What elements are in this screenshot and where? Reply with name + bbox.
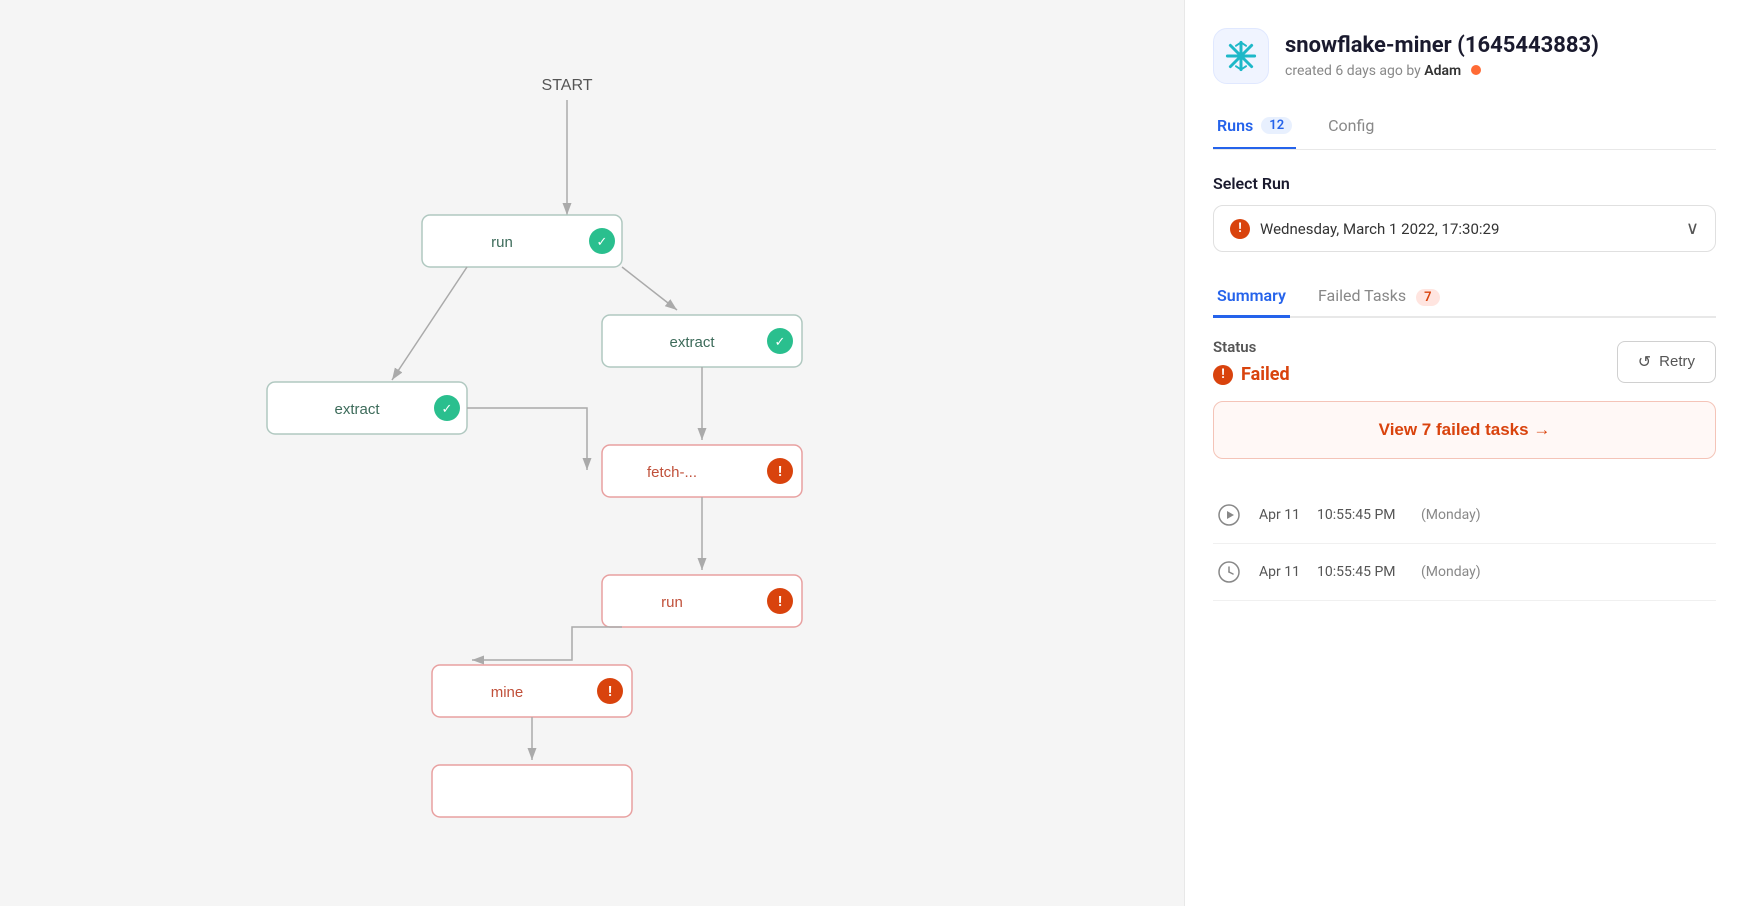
snowflake-icon	[1224, 39, 1258, 73]
timeline-time-1: 10:55:45 PM	[1317, 564, 1407, 580]
sub-tabs: Summary Failed Tasks 7	[1213, 276, 1716, 318]
svg-text:run: run	[661, 594, 683, 611]
app-icon	[1213, 28, 1269, 84]
svg-text:fetch-...: fetch-...	[647, 464, 697, 481]
svg-text:✓: ✓	[442, 402, 453, 417]
status-row: Status ! Failed ↺ Retry	[1213, 338, 1716, 385]
status-group: Status ! Failed	[1213, 338, 1290, 385]
run-error-icon: !	[1230, 219, 1250, 239]
flow-panel: START run ✓ extract ✓ extract ✓ fetch-..…	[0, 0, 1184, 906]
app-identity: snowflake-miner (1645443883) created 6 d…	[1213, 28, 1716, 84]
panel-header: snowflake-miner (1645443883) created 6 d…	[1185, 0, 1744, 150]
status-error-icon: !	[1213, 365, 1233, 385]
tabs: Runs 12 Config	[1213, 104, 1716, 150]
status-value: ! Failed	[1213, 364, 1290, 385]
svg-text:✓: ✓	[597, 235, 608, 250]
runs-badge: 12	[1261, 117, 1292, 134]
timeline-play-icon	[1213, 499, 1245, 531]
timeline-date-1: Apr 11	[1259, 564, 1303, 580]
app-title-group: snowflake-miner (1645443883) created 6 d…	[1285, 33, 1716, 79]
svg-text:!: !	[608, 684, 612, 700]
retry-icon: ↺	[1638, 352, 1651, 372]
svg-text:extract: extract	[669, 334, 715, 351]
failed-tasks-badge: 7	[1416, 289, 1439, 306]
timeline-time-0: 10:55:45 PM	[1317, 507, 1407, 523]
panel-body: Select Run ! Wednesday, March 1 2022, 17…	[1185, 150, 1744, 625]
chevron-down-icon: ∨	[1686, 218, 1699, 239]
run-date: Wednesday, March 1 2022, 17:30:29	[1260, 220, 1676, 238]
timeline-date-0: Apr 11	[1259, 507, 1303, 523]
node-bottom[interactable]	[432, 765, 632, 817]
sub-tab-failed-tasks[interactable]: Failed Tasks 7	[1314, 276, 1444, 318]
status-failed: Failed	[1241, 364, 1290, 385]
run-selector[interactable]: ! Wednesday, March 1 2022, 17:30:29 ∨	[1213, 205, 1716, 252]
timeline-day-1: (Monday)	[1421, 564, 1481, 580]
online-dot	[1471, 65, 1481, 75]
app-subtitle: created 6 days ago by Adam	[1285, 63, 1716, 79]
retry-button[interactable]: ↺ Retry	[1617, 341, 1716, 383]
svg-text:extract: extract	[334, 401, 380, 418]
tab-runs[interactable]: Runs 12	[1213, 104, 1296, 149]
right-panel: snowflake-miner (1645443883) created 6 d…	[1184, 0, 1744, 906]
svg-text:✓: ✓	[775, 335, 786, 350]
timeline-day-0: (Monday)	[1421, 507, 1481, 523]
status-label: Status	[1213, 338, 1290, 356]
app-title: snowflake-miner (1645443883)	[1285, 33, 1716, 59]
select-run-label: Select Run	[1213, 174, 1716, 193]
start-label: START	[542, 77, 593, 94]
tab-config[interactable]: Config	[1324, 104, 1378, 149]
svg-text:mine: mine	[491, 684, 524, 701]
svg-text:run: run	[491, 234, 513, 251]
sub-tab-summary[interactable]: Summary	[1213, 276, 1290, 318]
svg-text:!: !	[778, 594, 782, 610]
timeline-entry-1: Apr 11 10:55:45 PM (Monday)	[1213, 544, 1716, 601]
timeline-clock-icon	[1213, 556, 1245, 588]
view-failed-tasks-button[interactable]: View 7 failed tasks →	[1213, 401, 1716, 459]
timeline-entry-0: Apr 11 10:55:45 PM (Monday)	[1213, 487, 1716, 544]
svg-text:!: !	[778, 464, 782, 480]
